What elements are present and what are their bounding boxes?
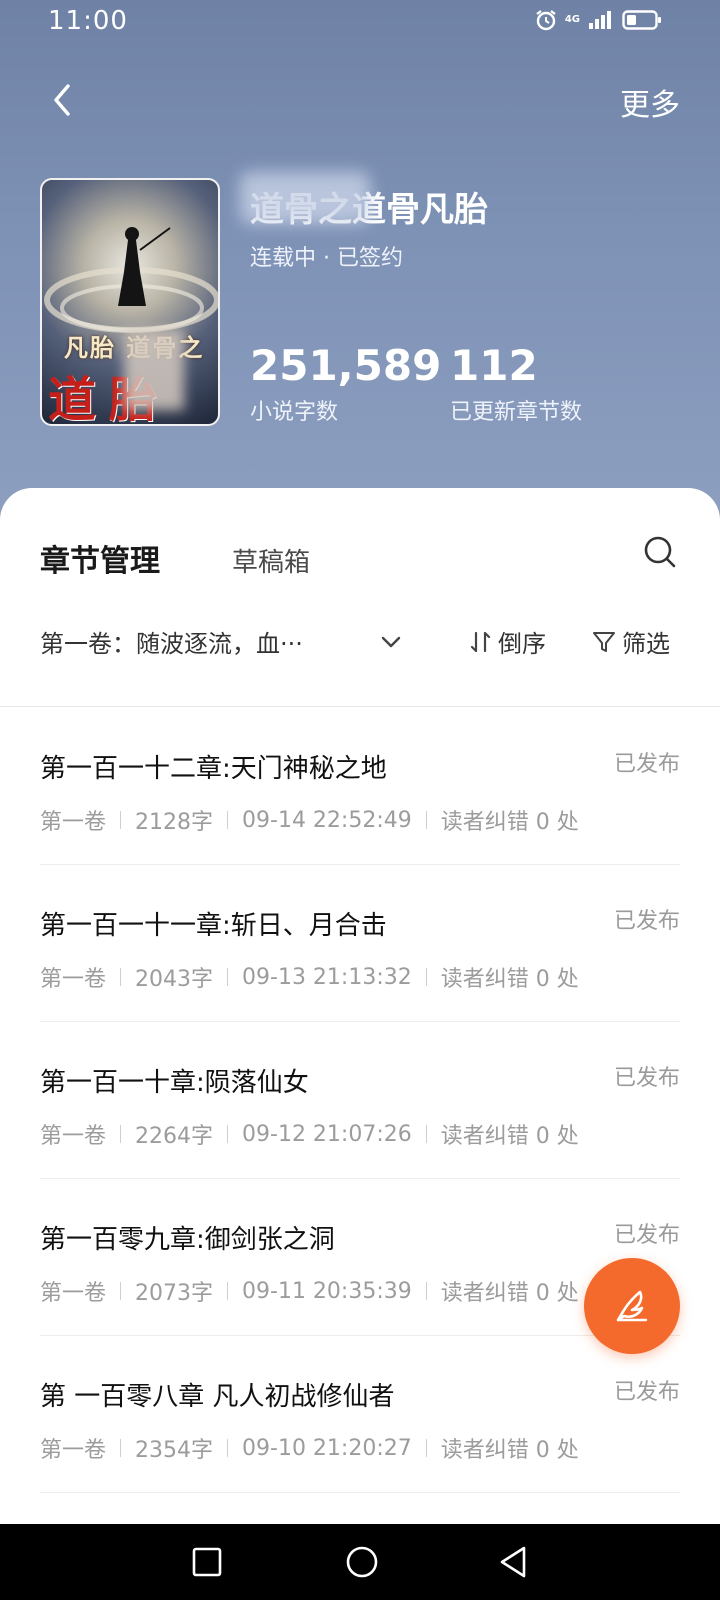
search-icon	[644, 536, 676, 568]
chapter-time: 09-14 22:52:49	[242, 807, 412, 833]
chapter-meta: 第一卷 2128字 09-14 22:52:49 读者纠错 0 处	[40, 804, 579, 836]
chevron-down-icon	[381, 636, 401, 647]
chapter-words: 2128字	[135, 810, 214, 835]
filter-button[interactable]: 筛选	[592, 624, 670, 659]
status-time: 11:00	[48, 6, 128, 36]
chapter-volume: 第一卷	[40, 810, 107, 835]
sort-button[interactable]: 倒序	[468, 624, 546, 659]
chapter-count-label: 已更新章节数	[450, 400, 583, 425]
chapter-words: 2354字	[135, 1438, 214, 1463]
chapter-meta: 第一卷 2073字 09-11 20:35:39 读者纠错 0 处	[40, 1275, 579, 1307]
divider	[0, 706, 720, 707]
sort-label: 倒序	[498, 630, 546, 658]
book-status: 连载中 · 已签约	[250, 246, 403, 271]
back-arrow-icon	[54, 84, 70, 116]
word-count-value: 251,589	[250, 341, 442, 390]
chapter-errata: 读者纠错 0 处	[440, 1124, 579, 1149]
chapter-title: 第一百一十章:陨落仙女	[40, 1068, 309, 1098]
write-chapter-button[interactable]	[584, 1258, 680, 1354]
signal-icon	[588, 10, 614, 30]
chapter-status: 已发布	[613, 1380, 680, 1405]
chapter-words: 2264字	[135, 1124, 214, 1149]
system-nav-bar	[0, 1524, 720, 1600]
chapter-title: 第一百一十一章:斩日、月合击	[40, 911, 387, 941]
chapter-errata: 读者纠错 0 处	[440, 967, 579, 992]
word-count-label: 小说字数	[250, 400, 339, 425]
chapter-list: 第一百一十二章:天门神秘之地 已发布 第一卷 2128字 09-14 22:52…	[40, 708, 680, 1493]
sort-icon	[470, 631, 491, 652]
chapter-meta: 第一卷 2043字 09-13 21:13:32 读者纠错 0 处	[40, 961, 579, 993]
chapter-volume: 第一卷	[40, 1438, 107, 1463]
network-type: 4G	[564, 14, 580, 25]
chapter-count-value: 112	[450, 341, 538, 390]
chapter-time: 09-10 21:20:27	[242, 1435, 412, 1461]
top-bar: 更多	[0, 70, 720, 130]
word-count-stat: 251,589 小说字数	[250, 342, 441, 426]
chapter-errata: 读者纠错 0 处	[440, 1438, 579, 1463]
volume-select[interactable]: 第一卷：随波逐流，血···	[40, 624, 402, 659]
chapter-meta: 第一卷 2264字 09-12 21:07:26 读者纠错 0 处	[40, 1118, 579, 1150]
chapter-row[interactable]: 第 一百零八章 凡人初战修仙者 已发布 第一卷 2354字 09-10 21:2…	[40, 1336, 680, 1493]
back-button[interactable]	[44, 80, 84, 120]
filter-label: 筛选	[622, 630, 670, 658]
chapter-volume: 第一卷	[40, 1124, 107, 1149]
chapter-words: 2043字	[135, 967, 214, 992]
recent-apps-icon[interactable]	[191, 1546, 223, 1578]
chapter-time: 09-13 21:13:32	[242, 964, 412, 990]
filter-icon	[593, 631, 615, 652]
chapter-row[interactable]: 第一百一十二章:天门神秘之地 已发布 第一卷 2128字 09-14 22:52…	[40, 708, 680, 865]
chapter-volume: 第一卷	[40, 1281, 107, 1306]
chapter-volume: 第一卷	[40, 967, 107, 992]
chapter-status: 已发布	[613, 1066, 680, 1091]
chapter-status: 已发布	[613, 752, 680, 777]
quill-pen-icon	[616, 1290, 648, 1322]
chapter-count-stat: 112 已更新章节数	[450, 342, 582, 426]
chapter-words: 2073字	[135, 1281, 214, 1306]
alarm-icon	[535, 9, 557, 31]
chapter-row[interactable]: 第一百一十一章:斩日、月合击 已发布 第一卷 2043字 09-13 21:13…	[40, 865, 680, 1022]
status-bar: 11:00 4G	[0, 0, 720, 44]
chapter-time: 09-11 20:35:39	[242, 1278, 412, 1304]
search-button[interactable]	[642, 534, 678, 570]
chapter-title: 第一百零九章:御剑张之洞	[40, 1225, 335, 1255]
tab-drafts[interactable]: 草稿箱	[232, 542, 310, 579]
chapter-status: 已发布	[613, 909, 680, 934]
chapter-status: 已发布	[613, 1223, 680, 1248]
chapter-row[interactable]: 第一百一十章:陨落仙女 已发布 第一卷 2264字 09-12 21:07:26…	[40, 1022, 680, 1179]
chapter-time: 09-12 21:07:26	[242, 1121, 412, 1147]
more-button[interactable]: 更多	[620, 80, 680, 124]
chapter-errata: 读者纠错 0 处	[440, 1281, 579, 1306]
home-icon[interactable]	[344, 1544, 380, 1580]
tab-chapter-management[interactable]: 章节管理	[40, 536, 160, 580]
battery-icon	[622, 9, 662, 31]
nav-back-icon[interactable]	[496, 1544, 532, 1580]
chapter-title: 第一百一十二章:天门神秘之地	[40, 754, 387, 784]
tab-bar: 章节管理 草稿箱	[40, 536, 310, 580]
volume-select-label: 第一卷：随波逐流，血···	[40, 630, 303, 658]
book-cover[interactable]: 凡胎 道骨之 道 胎	[40, 178, 220, 426]
chapter-meta: 第一卷 2354字 09-10 21:20:27 读者纠错 0 处	[40, 1432, 579, 1464]
status-icons: 4G	[535, 9, 662, 31]
chapter-title: 第 一百零八章 凡人初战修仙者	[40, 1382, 395, 1412]
chapter-panel: 章节管理 草稿箱 第一卷：随波逐流，血··· 倒序 筛选 第一百一十二章:天门神…	[0, 488, 720, 1524]
filter-row: 第一卷：随波逐流，血··· 倒序 筛选	[40, 624, 680, 664]
title-blur-mask	[240, 172, 370, 224]
cover-blur-mask	[124, 330, 184, 410]
chapter-errata: 读者纠错 0 处	[440, 810, 579, 835]
